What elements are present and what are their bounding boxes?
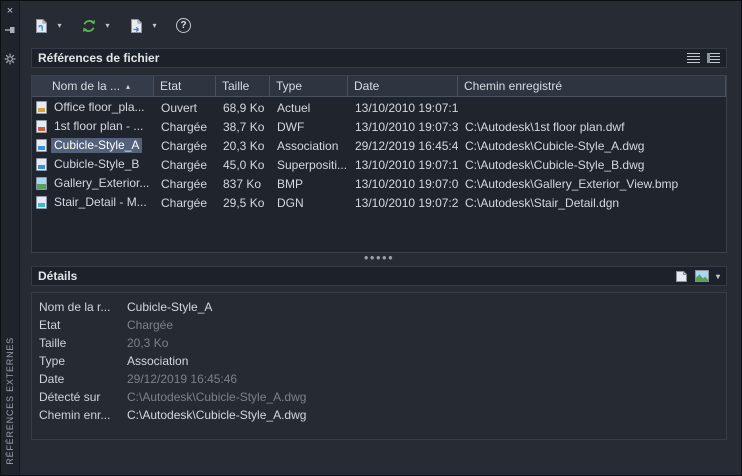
palette-title: RÉFÉRENCES EXTERNES (5, 337, 15, 465)
detail-value: Cubicle-Style_A (127, 300, 726, 314)
palette-main: ▾ ▾ (20, 1, 741, 475)
column-header-date[interactable]: Date (348, 76, 458, 96)
column-header-type[interactable]: Type (270, 76, 348, 96)
xref-toolbar: ▾ ▾ (31, 1, 727, 48)
panel-splitter[interactable]: ••••• (31, 253, 727, 266)
table-header-row: Nom de la ... ▴ Etat Taille Type Date Ch… (32, 76, 726, 97)
detail-field: Date 29/12/2019 16:45:46 (32, 370, 726, 388)
detail-field: Chemin enr... C:\Autodesk\Cubicle-Style_… (32, 406, 726, 424)
change-path-dropdown-icon[interactable]: ▾ (149, 14, 160, 38)
dwg-xref-file-icon (36, 158, 47, 171)
close-icon[interactable]: × (2, 3, 18, 19)
detail-value: C:\Autodesk\Cubicle-Style_A.dwg (127, 390, 726, 404)
details-panel: Nom de la r... Cubicle-Style_A Etat Char… (31, 292, 727, 440)
details-menu-caret-icon[interactable]: ▾ (716, 272, 720, 281)
details-title: Détails (38, 269, 77, 283)
detail-field: Détecté sur C:\Autodesk\Cubicle-Style_A.… (32, 388, 726, 406)
table-row[interactable]: Cubicle-Style_B Chargée 45,0 Ko Superpos… (32, 155, 726, 174)
detail-field: Type Association (32, 352, 726, 370)
detail-value[interactable]: C:\Autodesk\Cubicle-Style_A.dwg (127, 408, 726, 422)
detail-value: 20,3 Ko (127, 336, 726, 350)
list-view-icon[interactable] (687, 53, 700, 63)
column-header-saved-path[interactable]: Chemin enregistré (458, 76, 726, 96)
detail-value: Chargée (127, 318, 726, 332)
dwf-file-icon (36, 120, 47, 133)
detail-value[interactable]: Association (127, 354, 726, 368)
help-button[interactable]: ? (173, 14, 194, 38)
detail-field: Taille 20,3 Ko (32, 334, 726, 352)
detail-value: 29/12/2019 16:45:46 (127, 372, 726, 386)
table-row[interactable]: 1st floor plan - ... Chargée 38,7 Ko DWF… (32, 117, 726, 136)
attach-file-dropdown-icon[interactable]: ▾ (54, 14, 65, 38)
details-view-icon[interactable] (675, 270, 688, 283)
palette-title-bar: × RÉFÉRENCES EXTERNES (1, 1, 20, 475)
change-path-icon (129, 18, 144, 34)
dgn-file-icon (36, 196, 47, 209)
column-header-status[interactable]: Etat (154, 76, 216, 96)
table-row[interactable]: Office floor_pla... Ouvert 68,9 Ko Actue… (32, 98, 726, 117)
table-body: Office floor_pla... Ouvert 68,9 Ko Actue… (32, 97, 726, 252)
details-header: Détails ▾ (31, 266, 727, 286)
external-references-palette: × RÉFÉRENCES EXTERNES (0, 0, 742, 476)
properties-gear-icon[interactable] (2, 51, 18, 67)
detail-field: Etat Chargée (32, 316, 726, 334)
file-references-title: Références de fichier (38, 51, 159, 65)
refresh-button[interactable] (78, 14, 100, 38)
attach-file-icon (34, 18, 49, 34)
tree-view-icon[interactable] (707, 53, 720, 63)
sort-asc-icon: ▴ (126, 82, 130, 91)
detail-field: Nom de la r... Cubicle-Style_A (32, 298, 726, 316)
column-header-name[interactable]: Nom de la ... ▴ (32, 76, 154, 96)
dwg-xref-file-icon (36, 139, 47, 152)
pin-icon[interactable] (2, 22, 18, 38)
bmp-image-file-icon (36, 177, 47, 190)
file-references-table: Nom de la ... ▴ Etat Taille Type Date Ch… (31, 75, 727, 253)
preview-image-icon[interactable] (695, 270, 709, 282)
attach-file-button[interactable] (31, 14, 52, 38)
refresh-icon (81, 18, 97, 34)
table-row[interactable]: Gallery_Exterior... Chargée 837 Ko BMP 1… (32, 174, 726, 193)
help-icon: ? (176, 18, 191, 33)
change-path-button[interactable] (126, 14, 147, 38)
refresh-dropdown-icon[interactable]: ▾ (102, 14, 113, 38)
file-references-header: Références de fichier (31, 48, 727, 68)
dwg-current-file-icon (36, 101, 47, 114)
table-row[interactable]: Stair_Detail - M... Chargée 29,5 Ko DGN … (32, 193, 726, 212)
column-header-size[interactable]: Taille (216, 76, 270, 96)
table-row-selected[interactable]: Cubicle-Style_A Chargée 20,3 Ko Associat… (32, 136, 726, 155)
